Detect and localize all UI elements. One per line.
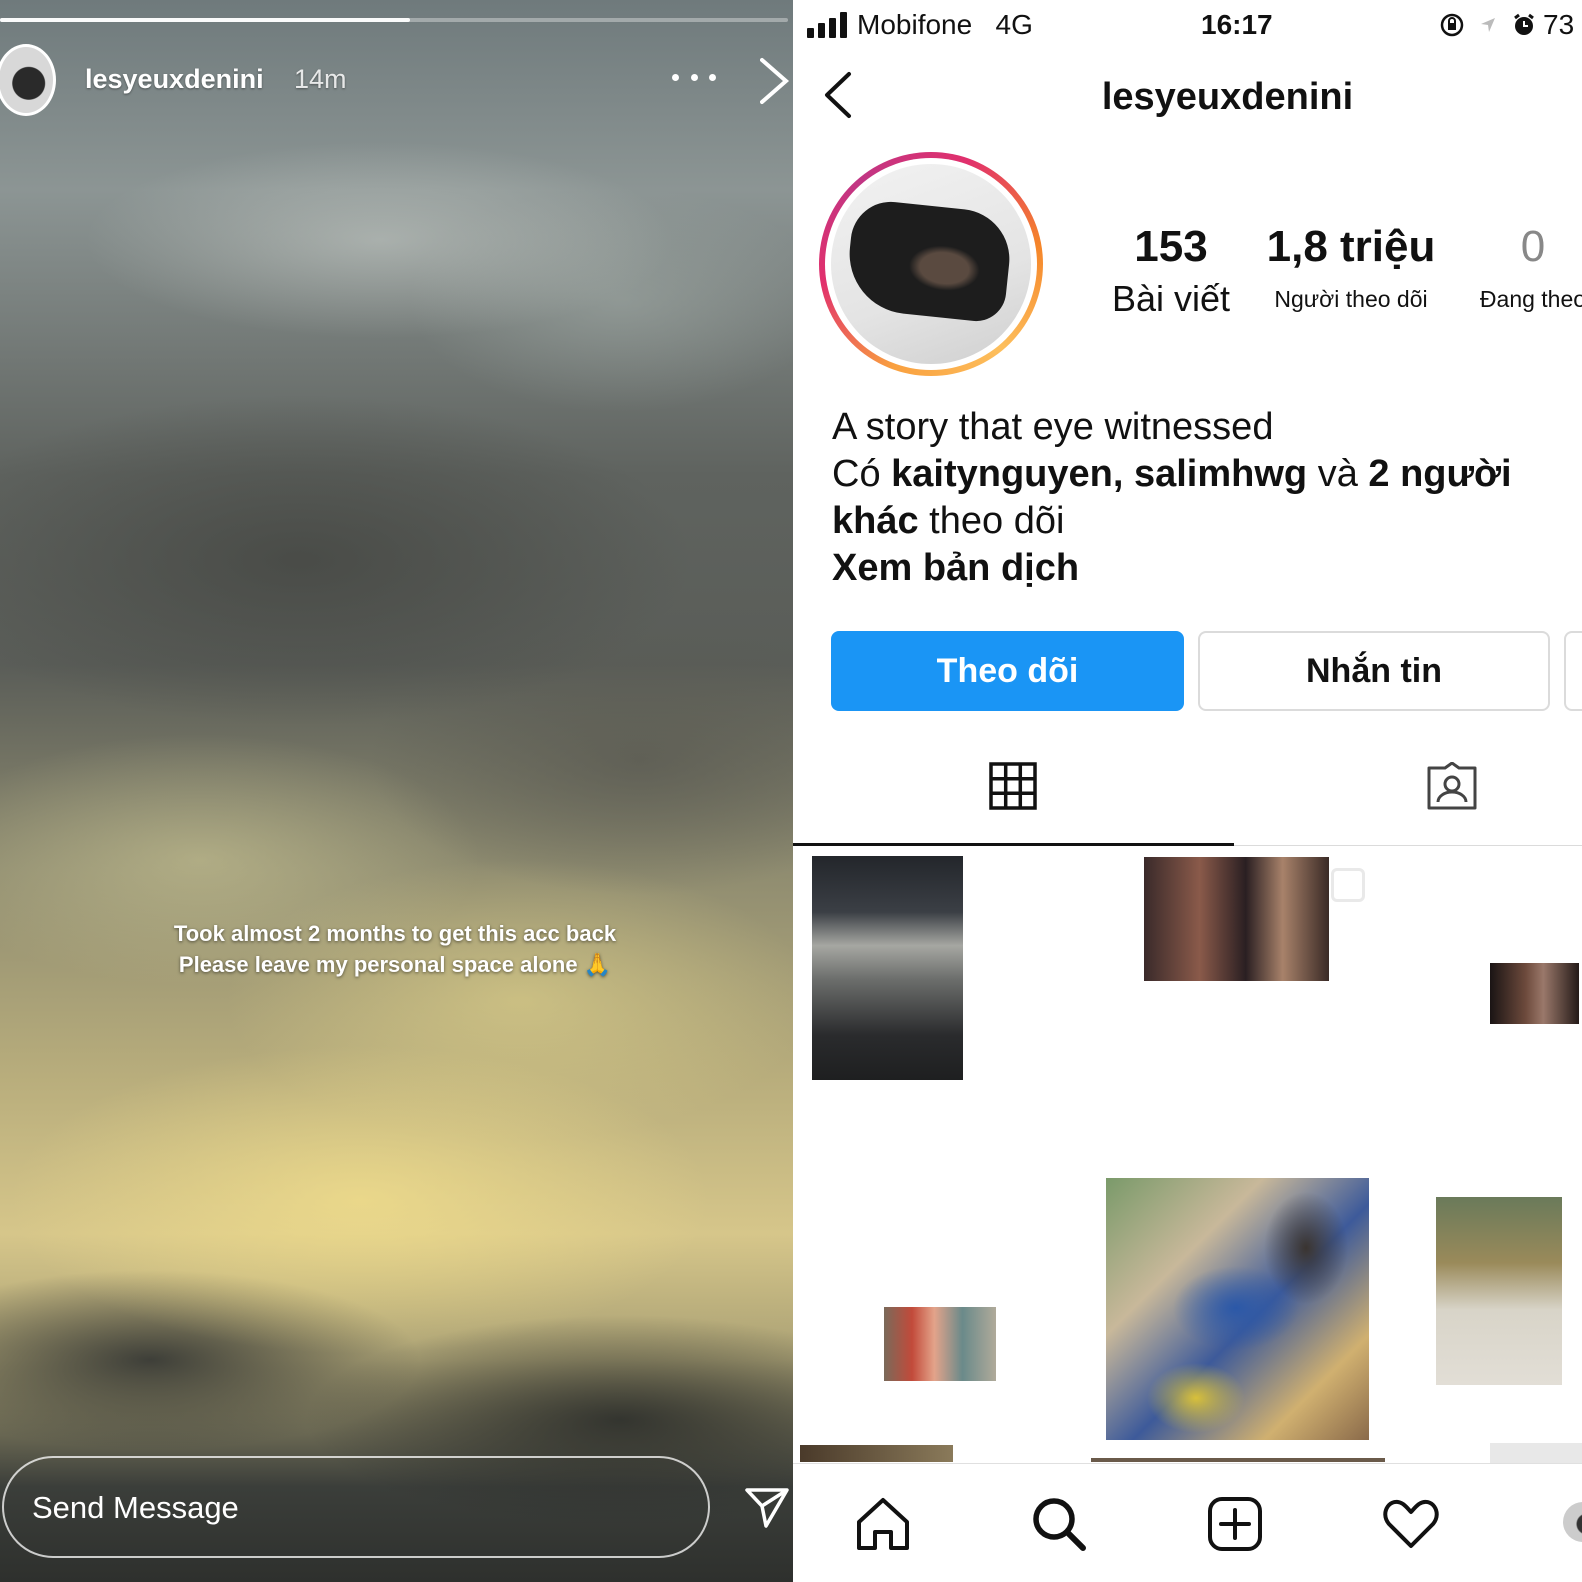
post-thumbnail[interactable] — [800, 1445, 953, 1462]
heart-icon[interactable] — [1381, 1494, 1441, 1554]
network-type: 4G — [995, 9, 1033, 40]
carrier-name: Mobifone — [857, 9, 973, 40]
signal-icon — [807, 12, 847, 38]
posts-stat[interactable]: 153 Bài viết — [1101, 222, 1241, 320]
post-thumbnail[interactable] — [1490, 1443, 1582, 1463]
tab-tagged[interactable] — [1234, 750, 1582, 846]
followers-stat[interactable]: 1,8 triệu Người theo dõi — [1261, 222, 1441, 313]
followed-by-prefix: Có — [832, 453, 892, 495]
orientation-lock-icon — [1440, 13, 1464, 37]
story-caption-line1: Took almost 2 months to get this acc bac… — [173, 921, 617, 946]
carrier-info: Mobifone 4G — [857, 9, 1033, 41]
profile-avatar[interactable] — [819, 152, 1043, 376]
message-button[interactable]: Nhắn tin — [1198, 631, 1550, 711]
send-icon[interactable] — [744, 1484, 790, 1530]
carousel-icon — [1331, 868, 1365, 902]
posts-count: 153 — [1134, 222, 1208, 271]
see-translation-link[interactable]: Xem bản dịch — [832, 547, 1079, 589]
followed-by[interactable]: Có kaitynguyen, salimhwg và 2 người khác… — [832, 451, 1572, 545]
home-icon[interactable] — [853, 1494, 913, 1554]
more-icon[interactable] — [672, 62, 716, 92]
followed-by-suffix: theo dõi — [918, 500, 1065, 542]
following-label: Đang theo — [1479, 286, 1582, 312]
alarm-icon — [1514, 13, 1534, 35]
bottom-nav — [793, 1463, 1582, 1582]
send-message-input[interactable]: Send Message — [2, 1456, 710, 1558]
story-caption: Took almost 2 months to get this acc bac… — [100, 918, 690, 980]
search-icon[interactable] — [1029, 1494, 1089, 1554]
story-caption-line2: Please leave my personal space alone 🙏 — [178, 952, 612, 977]
followers-label: Người theo dõi — [1274, 286, 1428, 312]
status-icons — [1439, 12, 1537, 38]
followed-by-and: và — [1307, 453, 1369, 495]
tagged-icon — [1427, 762, 1477, 810]
profile-username: lesyeuxdenini — [1101, 76, 1354, 118]
post-thumbnail[interactable] — [1144, 857, 1329, 981]
story-progress-fill — [0, 18, 410, 22]
grid-icon — [989, 762, 1037, 810]
post-thumbnail[interactable] — [812, 856, 963, 1080]
bio-text: A story that eye witnessed — [832, 406, 1274, 448]
follow-button[interactable]: Theo dõi — [831, 631, 1184, 711]
post-thumbnail[interactable] — [1091, 1458, 1385, 1462]
profile-bio: A story that eye witnessed Có kaitynguye… — [832, 404, 1572, 592]
battery-level: 73 — [1543, 9, 1575, 40]
profile-screen: Mobifone 4G 16:17 73 lesyeuxdenini 153 B… — [793, 0, 1582, 1582]
story-username[interactable]: lesyeuxdenini — [85, 64, 264, 95]
story-progress-bar — [0, 18, 788, 22]
profile-tabs — [793, 750, 1582, 846]
status-bar: Mobifone 4G 16:17 73 — [793, 0, 1582, 50]
close-icon[interactable] — [760, 56, 790, 106]
status-time: 16:17 — [1201, 9, 1273, 40]
post-thumbnail[interactable] — [1106, 1178, 1369, 1440]
post-thumbnail[interactable] — [1436, 1197, 1562, 1385]
new-post-icon[interactable] — [1205, 1494, 1265, 1554]
following-stat[interactable]: 0 Đang theo — [1453, 222, 1582, 313]
location-icon — [1481, 18, 1495, 32]
followed-by-names[interactable]: kaitynguyen, salimhwg — [891, 453, 1307, 495]
tab-posts-grid[interactable] — [793, 750, 1234, 846]
followers-count: 1,8 triệu — [1266, 222, 1436, 271]
story-viewer[interactable]: lesyeuxdenini 14m Took almost 2 months t… — [0, 0, 793, 1582]
posts-label: Bài viết — [1111, 278, 1231, 319]
story-time: 14m — [294, 64, 347, 94]
post-thumbnail[interactable] — [1490, 963, 1579, 1024]
profile-icon[interactable] — [1563, 1502, 1582, 1542]
following-count: 0 — [1520, 222, 1546, 271]
story-avatar[interactable] — [0, 44, 56, 116]
suggested-button[interactable] — [1564, 631, 1582, 711]
post-thumbnail[interactable] — [884, 1307, 996, 1381]
send-message-placeholder: Send Message — [32, 1490, 239, 1525]
